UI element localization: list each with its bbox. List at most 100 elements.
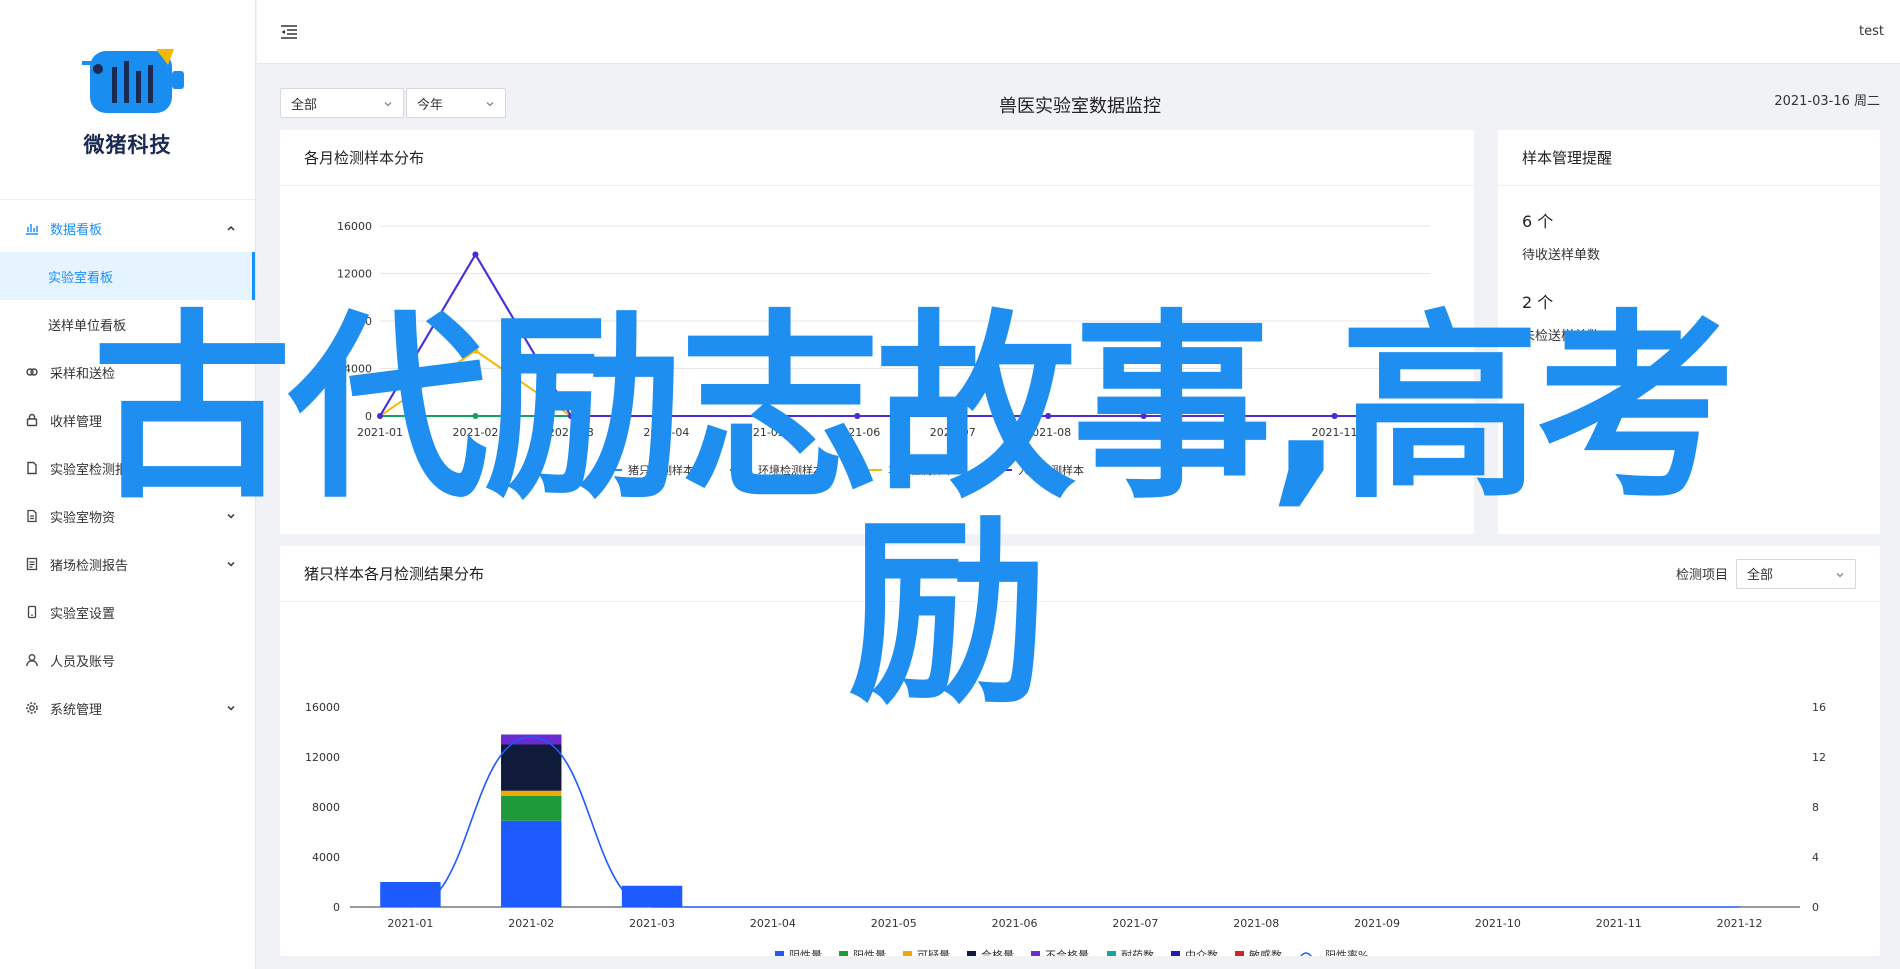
x-tick-label: 2021-10 [1216,426,1262,439]
y2-tick-label: 12 [1812,751,1826,764]
y-tick-label: 16000 [337,220,372,233]
period-select[interactable]: 今年 [406,88,506,118]
pending-receive-count[interactable]: 6 个 [1522,208,1856,232]
card-title: 样本管理提醒 [1522,149,1613,167]
legend-swatch [839,951,848,960]
chevron-down-icon [485,98,495,108]
gear-icon [24,700,40,716]
legend-label: 猪只检测样本 [628,463,694,477]
sidebar-item-sampling[interactable]: 采样和送检 [0,348,255,396]
legend-swatch [1031,951,1040,960]
x-tick-label: 2021-12 [1717,917,1763,930]
bar-chart-icon [24,220,40,236]
y2-tick-label: 4 [1812,851,1819,864]
card-header: 样本管理提醒 [1498,130,1880,186]
chevron-down-icon [383,98,393,108]
report-icon [24,556,40,572]
sidebar-item-accounts[interactable]: 人员及账号 [0,636,255,684]
filter-label: 检测项目 [1675,568,1728,583]
sidebar-menu: 数据看板 实验室看板 送样单位看板 采样和送检 收样管理 实验室检测报告 实验室… [0,200,255,732]
legend-label: 可疑量 [917,949,950,956]
x-tick-label: 2021-04 [750,917,796,930]
card-title: 各月检测样本分布 [304,149,425,167]
top-header: test [257,0,1900,64]
x-tick-label: 2021-11 [1312,426,1358,439]
data-point [1427,413,1433,419]
chevron-down-icon [225,702,237,714]
legend-label: 耐药数 [1121,949,1154,956]
legend-label: 不合格量 [1045,948,1089,956]
sidebar-item-farm-report[interactable]: 猪场检测报告 [0,540,255,588]
sidebar-item-label: 数据看板 [50,222,103,238]
sidebar-item-data-board[interactable]: 数据看板 [0,204,255,252]
y-tick-label: 8000 [344,315,372,328]
scope-select[interactable]: 全部 [280,88,404,118]
card-header: 各月检测样本分布 [280,130,1474,186]
y2-tick-label: 0 [1812,901,1819,914]
unchecked-count[interactable]: 2 个 [1522,289,1856,313]
menu-fold-icon[interactable] [279,22,299,42]
test-item-select-value: 全部 [1747,568,1774,583]
y-tick-label: 0 [365,410,372,423]
chevron-down-icon [225,558,237,570]
pig-results-card: 猪只样本各月检测结果分布 检测项目 全部 0 4000 8000 12000 16000… [280,546,1880,962]
scope-select-value: 全部 [291,97,318,113]
current-date: 2021-03-16 周二 [1774,94,1880,109]
pig-results-chart: 0 4000 8000 12000 16000 0 4 8 12 16 2021-01 2021-02… [305,701,1826,962]
data-point [472,347,479,354]
x-tick-label: 2021-02 [452,426,498,439]
x-tick-label: 2021-06 [834,426,880,439]
y-tick-label: 12000 [337,268,372,281]
sidebar-item-label: 人员及账号 [50,654,116,670]
sample-reminder-card: 样本管理提醒 6 个 待收送样单数 2 个 未检送样单数 [1498,130,1880,534]
chevron-down-icon [225,462,237,474]
sidebar-item-label: 实验室物资 [50,510,116,526]
x-tick-label: 2021-03 [629,917,675,930]
chevron-up-icon [225,222,237,234]
data-point [1331,413,1338,419]
y-tick-label: 0 [333,901,340,914]
data-point [663,413,670,419]
sidebar-item-system[interactable]: 系统管理 [0,684,255,732]
brand-logo[interactable]: 微猪科技 [0,0,255,200]
test-item-select[interactable]: 全部 [1736,558,1856,589]
x-tick-label: 2021-10 [1475,917,1521,930]
sidebar-item-lab-settings[interactable]: 实验室设置 [0,588,255,636]
legend-label: 阳性率% [1325,948,1368,956]
legend-label: 中介数 [1185,949,1218,956]
legend-label: 人员检测样本 [1018,463,1084,477]
sidebar: 微猪科技 数据看板 实验室看板 送样单位看板 采样和送检 收样管理 实验室检测报… [0,0,256,969]
legend-label: 车辆检测样本 [888,463,954,477]
x-tick-label: 2021-05 [871,917,917,930]
legend-swatch [775,951,784,960]
data-point [377,413,383,419]
legend-label: 合格量 [981,948,1014,956]
sidebar-item-receive[interactable]: 收样管理 [0,396,255,444]
sidebar-item-lab-board[interactable]: 实验室看板 [0,252,255,300]
bar-segment [501,795,562,821]
sidebar-item-lab-report[interactable]: 实验室检测报告 [0,444,255,492]
legend-swatch [1235,951,1244,960]
y-tick-label: 4000 [312,851,340,864]
x-tick-label: 2021-11 [1596,917,1642,930]
data-point [758,413,765,419]
y-tick-label: 12000 [305,751,340,764]
pig-logo-icon [81,48,184,113]
user-name[interactable]: test [1859,24,1884,39]
sidebar-item-unit-board[interactable]: 送样单位看板 [0,300,255,348]
link-icon [24,364,40,380]
brand-name: 微猪科技 [83,132,172,157]
bar-segment [501,820,562,907]
device-icon [24,604,40,620]
y-tick-label: 4000 [344,363,372,376]
rate-line [410,736,1740,908]
y-tick-label: 8000 [312,801,340,814]
sidebar-item-label: 采样和送检 [50,366,116,382]
data-point [949,413,956,419]
x-tick-label: 2021-01 [357,426,403,439]
sidebar-item-label: 系统管理 [50,702,103,718]
card-header: 猪只样本各月检测结果分布 检测项目 全部 [280,546,1880,602]
legend-label: 阳性量 [853,948,886,956]
sidebar-item-lab-supplies[interactable]: 实验室物资 [0,492,255,540]
series-line [379,252,1430,417]
